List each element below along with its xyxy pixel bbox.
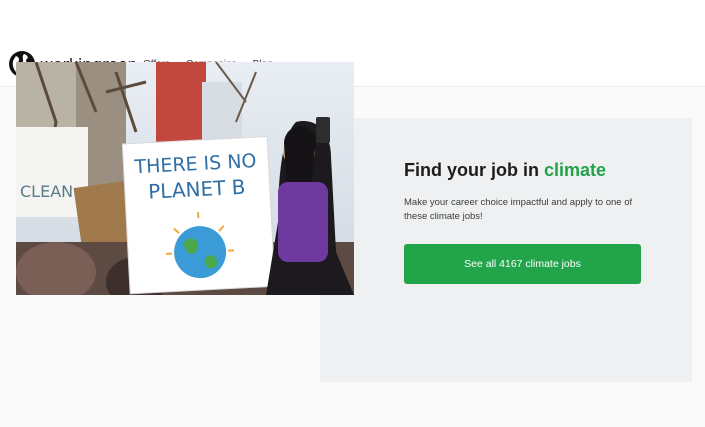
cta-title: Find your job in climate	[404, 160, 606, 181]
hero-photo: CLEAN THERE IS NO PLANET B	[16, 62, 354, 295]
cta-title-prefix: Find your job in	[404, 160, 544, 180]
cta-title-accent: climate	[543, 160, 607, 180]
svg-text:CLEAN: CLEAN	[20, 182, 73, 201]
cta-description: Make your career choice impactful and ap…	[404, 197, 633, 222]
sign-line-2: PLANET B	[148, 175, 246, 204]
climate-protest-image: CLEAN THERE IS NO PLANET B	[16, 62, 354, 295]
see-all-jobs-button[interactable]: See all 4167 climate jobs	[404, 244, 641, 284]
